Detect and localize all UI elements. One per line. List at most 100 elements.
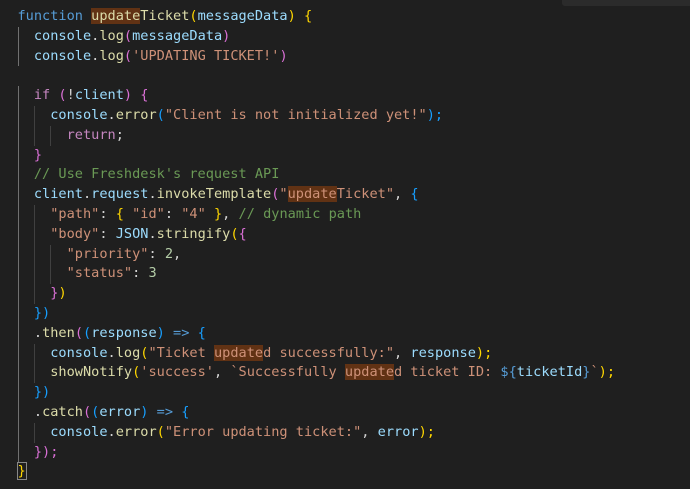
code-token: }); [33,443,59,460]
code-text: "path": { "id": "4" }, // dynamic path [50,205,361,225]
indent-guide [17,343,19,364]
code-token: if [33,87,51,104]
code-token: update [344,364,395,381]
code-token: "id" [132,205,165,222]
code-text: console.log('UPDATING TICKET!') [34,47,288,67]
code-token: ( [189,8,198,24]
code-token: error [115,423,157,440]
code-token: . [33,403,43,420]
code-token: 'success' [140,364,214,381]
code-token: : [148,245,165,262]
code-token: "4" [181,205,206,222]
code-token: console [33,27,92,44]
code-token: , [213,364,231,381]
indent-guide [50,244,52,265]
code-token: "body" [50,225,100,242]
code-token: ) [279,47,288,64]
code-text: // Use Freshdesk's request API [34,165,280,185]
indent-guide [17,244,19,265]
code-token: } [16,462,27,481]
find-widget-edge [562,0,690,6]
code-token: console [50,106,108,123]
code-token: update [213,344,264,361]
code-token: , [222,205,239,222]
code-token: ( [156,423,165,440]
code-text: "status": 3 [67,264,157,284]
code-token: } [33,146,43,163]
code-token: Ticket" [336,186,395,203]
code-token: . [148,186,157,203]
code-token: messageData [197,8,288,24]
code-token: "priority" [66,245,149,262]
code-token: client [74,87,124,104]
code-token: }) [33,304,51,321]
code-text: }) [34,304,50,324]
code-token: ) [156,324,174,341]
code-text: client.request.invokeTemplate("updateTic… [34,185,419,205]
code-token: ( [123,27,133,44]
code-token: function [17,8,83,24]
code-token: => [173,324,190,341]
code-token: stringify [156,225,231,242]
code-token: "Error updating ticket:" [164,423,362,440]
code-token: client [33,186,83,203]
code-text: .catch((error) => { [34,403,190,423]
code-token: d successfully:" [263,344,395,361]
code-token: "path" [50,205,100,222]
code-text: showNotify('success', `Successfully upda… [50,363,615,383]
code-text: console.error("Error updating ticket:", … [50,423,435,443]
code-token: error [377,423,419,440]
indent-guide [17,165,19,186]
indent-guide [17,402,19,423]
code-text: console.log(messageData) [34,27,230,47]
code-token: ( [50,87,67,104]
code-token: { [140,87,149,104]
code-token: "status" [66,265,133,282]
indent-guide [33,363,35,384]
indent-guide [33,422,35,443]
code-token: JSON [115,225,149,242]
indent-guide [33,244,35,265]
indent-guide [17,26,19,47]
code-token: . [33,324,43,341]
code-token: , [361,423,378,440]
code-token: // Use Freshdesk's request API [33,166,280,183]
code-text: if (!client) { [34,86,149,106]
indent-guide [17,363,19,384]
code-editor[interactable]: function updateTicket(messageData) {cons… [0,0,690,489]
indent-guide [50,264,52,285]
code-token: log [99,27,124,44]
code-token: " [279,186,288,203]
code-token: ); [598,364,616,381]
code-token: catch [42,403,83,420]
indent-guide [17,284,19,304]
code-token: ); [418,423,435,440]
code-token: console [33,47,92,64]
code-token: ) [58,285,67,302]
code-token: "Client is not initialized yet!" [164,106,427,123]
code-token: log [115,344,141,361]
code-token: `Successfully [230,364,345,381]
code-token: . [107,423,116,440]
code-token: // dynamic path [238,205,362,222]
code-token: ${ [500,364,517,381]
code-text: }); [34,443,59,463]
code-token: } [213,205,223,222]
code-text: "priority": 2, [67,245,182,265]
code-token: response [410,344,476,361]
indent-guide [17,105,19,126]
indent-guide [17,224,19,245]
code-token: ) [287,8,304,24]
code-token: error [99,403,141,420]
code-token: . [107,344,116,361]
indent-guide [17,323,19,344]
code-token: { [115,205,124,222]
code-text: } [16,462,27,482]
code-text: .then((response) => { [34,324,206,344]
code-token: . [148,225,157,242]
indent-guide [17,442,19,463]
code-token: update [91,8,141,24]
